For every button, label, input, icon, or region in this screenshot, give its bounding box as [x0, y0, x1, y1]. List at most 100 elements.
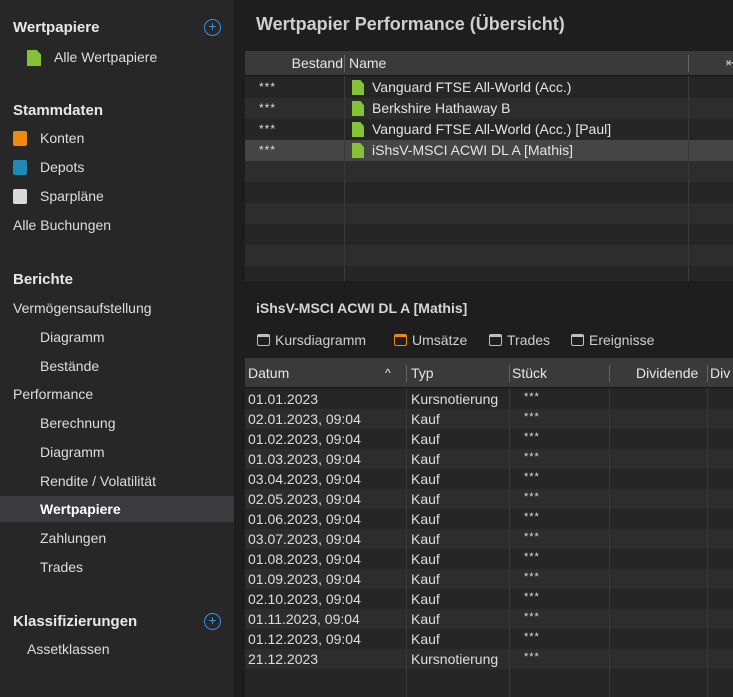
- table-row[interactable]: 02.10.2023, 09:04 Kauf ***: [245, 589, 733, 609]
- table-row[interactable]: 03.04.2023, 09:04 Kauf ***: [245, 469, 733, 489]
- column-header-dividende[interactable]: Dividende: [636, 365, 698, 381]
- tab-label: Umsätze: [412, 332, 468, 348]
- page-title: Wertpapier Performance (Übersicht): [256, 14, 565, 34]
- stueck-cell: ***: [524, 631, 540, 643]
- column-divider: [707, 388, 708, 697]
- table-row[interactable]: 02.01.2023, 09:04 Kauf ***: [245, 409, 733, 429]
- tab-label: Ereignisse: [589, 332, 655, 348]
- sidebar-item-vermoegensaufstellung[interactable]: Vermögensaufstellung: [0, 295, 234, 321]
- sidebar-item-rendite-volatilitaet[interactable]: Rendite / Volatilität: [0, 468, 234, 494]
- sidebar-item-alle-wertpapiere[interactable]: Alle Wertpapiere: [0, 44, 234, 70]
- table-row[interactable]: 01.03.2023, 09:04 Kauf ***: [245, 449, 733, 469]
- name-cell: Berkshire Hathaway B: [372, 100, 511, 116]
- datum-cell: 03.04.2023, 09:04: [248, 471, 361, 487]
- sidebar-item-zahlungen[interactable]: Zahlungen: [0, 525, 234, 551]
- sidebar-item-depots[interactable]: Depots: [0, 154, 234, 180]
- sidebar-item-label: Diagramm: [40, 329, 105, 345]
- stueck-cell: ***: [524, 431, 540, 443]
- sidebar-item-assetklassen[interactable]: Assetklassen: [0, 636, 234, 662]
- sidebar-header-berichte: Berichte: [13, 271, 74, 288]
- document-icon: [27, 50, 41, 66]
- column-header-typ[interactable]: Typ: [411, 365, 434, 381]
- stueck-cell: ***: [524, 531, 540, 543]
- sidebar-item-konten[interactable]: Konten: [0, 125, 234, 151]
- table-row[interactable]: *** Vanguard FTSE All-World (Acc.): [245, 77, 733, 98]
- sidebar-item-label: Berechnung: [40, 415, 116, 431]
- column-separator[interactable]: [688, 55, 689, 72]
- empty-row: [245, 224, 733, 245]
- datum-cell: 02.10.2023, 09:04: [248, 591, 361, 607]
- bestand-cell: ***: [259, 143, 277, 157]
- sidebar-item-sparplaene[interactable]: Sparpläne: [0, 183, 234, 209]
- table-row[interactable]: *** Vanguard FTSE All-World (Acc.) [Paul…: [245, 119, 733, 140]
- transactions-table[interactable]: Datum ^ Typ Stück Dividende Div 01.01.20…: [245, 358, 733, 697]
- datum-cell: 01.01.2023: [248, 391, 319, 407]
- sidebar-item-label: Trades: [40, 559, 84, 575]
- tab-window-icon: [394, 334, 407, 346]
- column-divider: [609, 388, 610, 697]
- column-header-div[interactable]: Div: [710, 365, 730, 381]
- tab-window-icon: [571, 334, 584, 346]
- sidebar-item-label: Alle Buchungen: [13, 217, 112, 233]
- typ-cell: Kauf: [411, 571, 440, 587]
- datum-cell: 01.11.2023, 09:04: [248, 611, 360, 627]
- sidebar-item-label: Alle Wertpapiere: [54, 49, 158, 65]
- sidebar: Wertpapiere + Alle Wertpapiere Stammdate…: [0, 0, 235, 697]
- stueck-cell: ***: [524, 451, 540, 463]
- sidebar-item-wertpapiere-performance[interactable]: Wertpapiere: [0, 496, 234, 522]
- sidebar-item-bestaende[interactable]: Bestände: [0, 353, 234, 379]
- table-row[interactable]: 01.02.2023, 09:04 Kauf ***: [245, 429, 733, 449]
- typ-cell: Kauf: [411, 471, 440, 487]
- sidebar-item-diagramm-vermoegen[interactable]: Diagramm: [0, 324, 234, 350]
- column-separator[interactable]: [406, 365, 407, 382]
- table-row[interactable]: 01.06.2023, 09:04 Kauf ***: [245, 509, 733, 529]
- table-row[interactable]: 02.05.2023, 09:04 Kauf ***: [245, 489, 733, 509]
- column-separator[interactable]: [509, 365, 510, 382]
- securities-table[interactable]: Bestand Name ⇤ *** Vanguard FTSE All-Wor…: [245, 51, 733, 281]
- column-header-stueck[interactable]: Stück: [512, 365, 547, 381]
- sort-ascending-icon[interactable]: ^: [385, 366, 391, 380]
- column-separator[interactable]: [707, 365, 708, 382]
- table-row-selected[interactable]: *** iShsV-MSCI ACWI DL A [Mathis]: [245, 140, 733, 161]
- table-row[interactable]: 01.09.2023, 09:04 Kauf ***: [245, 569, 733, 589]
- datum-cell: 01.08.2023, 09:04: [248, 551, 361, 567]
- table-row[interactable]: 01.12.2023, 09:04 Kauf ***: [245, 629, 733, 649]
- table-row[interactable]: *** Berkshire Hathaway B: [245, 98, 733, 119]
- column-header-datum[interactable]: Datum: [248, 365, 289, 381]
- bestand-cell: ***: [259, 122, 277, 136]
- document-icon: [352, 80, 364, 95]
- stueck-cell: ***: [524, 551, 540, 563]
- bestand-cell: ***: [259, 101, 277, 115]
- table-row[interactable]: 01.08.2023, 09:04 Kauf ***: [245, 549, 733, 569]
- sidebar-item-label: Performance: [13, 386, 94, 402]
- sidebar-item-trades[interactable]: Trades: [0, 554, 234, 580]
- column-separator[interactable]: [344, 55, 345, 72]
- table-row[interactable]: 01.11.2023, 09:04 Kauf ***: [245, 609, 733, 629]
- datum-cell: 03.07.2023, 09:04: [248, 531, 361, 547]
- table-row[interactable]: 03.07.2023, 09:04 Kauf ***: [245, 529, 733, 549]
- add-klassifizierung-icon[interactable]: +: [204, 613, 221, 630]
- sidebar-header-wertpapiere: Wertpapiere: [13, 19, 100, 36]
- detail-title: iShsV-MSCI ACWI DL A [Mathis]: [256, 300, 468, 316]
- column-separator[interactable]: [609, 365, 610, 382]
- table-row[interactable]: 01.01.2023 Kursnotierung ***: [245, 389, 733, 409]
- column-collapse-icon[interactable]: ⇤: [726, 55, 733, 71]
- column-header-name[interactable]: Name: [349, 55, 386, 71]
- sidebar-item-diagramm-performance[interactable]: Diagramm: [0, 439, 234, 465]
- name-cell: iShsV-MSCI ACWI DL A [Mathis]: [372, 142, 573, 158]
- add-wertpapier-icon[interactable]: +: [204, 19, 221, 36]
- datum-cell: 01.09.2023, 09:04: [248, 571, 361, 587]
- typ-cell: Kauf: [411, 591, 440, 607]
- sidebar-item-performance[interactable]: Performance: [0, 381, 234, 407]
- sparplaene-icon: [13, 189, 27, 204]
- sidebar-header-stammdaten: Stammdaten: [13, 102, 104, 119]
- stueck-cell: ***: [524, 511, 540, 523]
- stueck-cell: ***: [524, 591, 540, 603]
- column-header-bestand[interactable]: Bestand: [292, 55, 343, 71]
- table-row[interactable]: 21.12.2023 Kursnotierung ***: [245, 649, 733, 669]
- sidebar-item-label: Konten: [40, 130, 85, 146]
- sidebar-item-label: Bestände: [40, 358, 100, 374]
- sidebar-item-alle-buchungen[interactable]: Alle Buchungen: [0, 212, 234, 238]
- datum-cell: 21.12.2023: [248, 651, 319, 667]
- sidebar-item-berechnung[interactable]: Berechnung: [0, 410, 234, 436]
